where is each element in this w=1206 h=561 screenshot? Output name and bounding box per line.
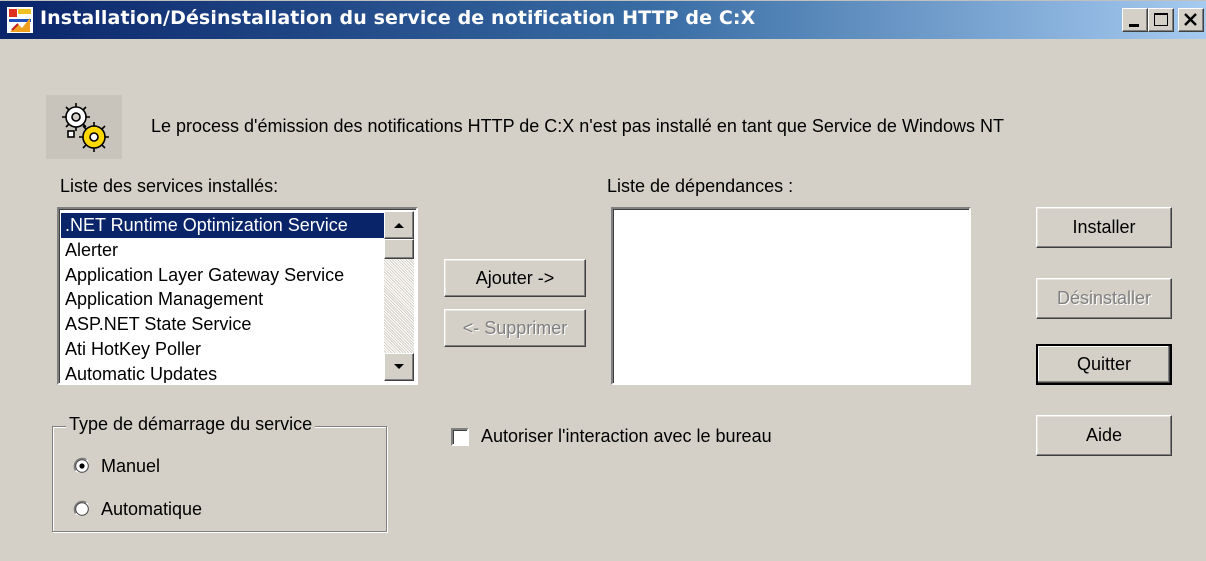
list-item[interactable]: Application Management	[61, 287, 387, 312]
status-message: Le process d'émission des notifications …	[151, 116, 1004, 136]
services-list: .NET Runtime Optimization Service Alerter…	[61, 213, 387, 383]
scroll-up-button[interactable]	[384, 211, 414, 239]
scroll-thumb[interactable]	[384, 239, 414, 259]
arrow-down-icon	[394, 364, 404, 369]
add-button[interactable]: Ajouter ->	[444, 259, 586, 297]
services-scrollbar[interactable]	[384, 211, 414, 381]
list-item[interactable]: Automatic Updates	[61, 362, 387, 383]
install-button[interactable]: Installer	[1036, 207, 1172, 248]
services-listbox[interactable]: .NET Runtime Optimization Service Alerter…	[57, 207, 418, 385]
installer-window: Installation/Désinstallation du service …	[0, 0, 1206, 561]
close-icon	[1184, 13, 1197, 26]
dependencies-list-label: Liste de dépendances :	[607, 176, 794, 196]
list-item[interactable]: Application Layer Gateway Service	[61, 263, 387, 288]
uninstall-button[interactable]: Désinstaller	[1036, 278, 1172, 319]
list-item[interactable]: Ati HotKey Poller	[61, 337, 387, 362]
arrow-up-icon	[394, 223, 404, 228]
list-item[interactable]: Alerter	[61, 238, 387, 263]
startup-type-label: Type de démarrage du service	[66, 414, 316, 435]
help-button[interactable]: Aide	[1036, 415, 1172, 456]
minimize-button[interactable]	[1122, 8, 1148, 32]
window-title: Installation/Désinstallation du service …	[40, 7, 756, 29]
minimize-icon	[1129, 24, 1139, 27]
app-icon	[7, 7, 33, 33]
services-list-label: Liste des services installés:	[60, 176, 279, 196]
close-button[interactable]	[1178, 8, 1204, 32]
quit-button[interactable]: Quitter	[1036, 344, 1172, 385]
dependencies-listbox[interactable]	[611, 207, 971, 385]
gears-icon	[46, 95, 122, 159]
scroll-down-button[interactable]	[384, 353, 414, 381]
desktop-interaction-label[interactable]: Autoriser l'interaction avec le bureau	[481, 426, 772, 447]
desktop-interaction-checkbox[interactable]	[451, 428, 469, 446]
remove-button[interactable]: <- Supprimer	[444, 309, 586, 347]
automatic-label[interactable]: Automatique	[101, 499, 202, 520]
radio-dot-icon	[79, 463, 85, 469]
title-bar[interactable]: Installation/Désinstallation du service …	[0, 1, 1206, 39]
manual-label[interactable]: Manuel	[101, 456, 160, 477]
list-item[interactable]: ASP.NET State Service	[61, 312, 387, 337]
maximize-icon	[1154, 13, 1168, 26]
automatic-radio[interactable]	[73, 500, 91, 518]
manual-radio[interactable]	[73, 457, 91, 475]
list-item[interactable]: .NET Runtime Optimization Service	[61, 213, 387, 238]
maximize-button[interactable]	[1148, 8, 1174, 32]
